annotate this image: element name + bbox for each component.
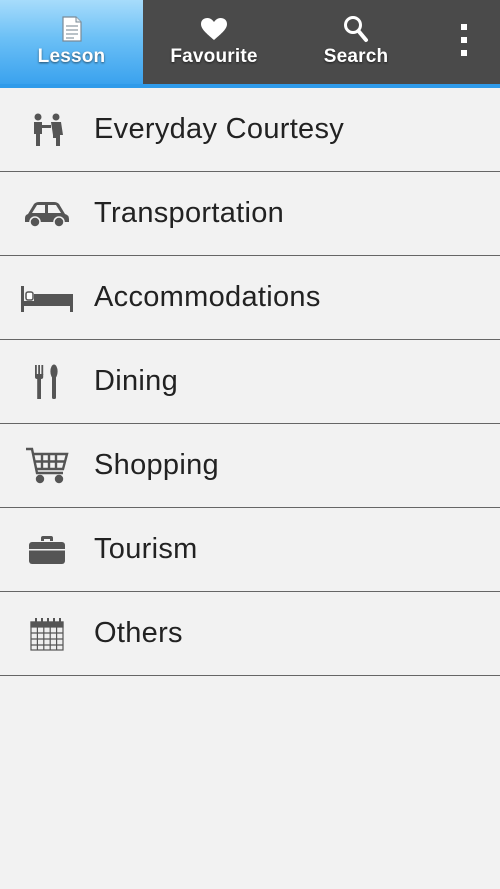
- list-item-others[interactable]: Others: [0, 592, 500, 676]
- tab-bar: Lesson Favourite Search: [0, 0, 500, 88]
- fork-spoon-icon: [18, 357, 76, 407]
- tab-lesson[interactable]: Lesson: [0, 0, 143, 84]
- overflow-menu-button[interactable]: [427, 0, 500, 84]
- list-item-everyday-courtesy[interactable]: Everyday Courtesy: [0, 88, 500, 172]
- list-item-label: Accommodations: [94, 281, 321, 313]
- heart-icon: [200, 14, 228, 44]
- more-vert-icon: [460, 23, 468, 62]
- tab-favourite[interactable]: Favourite: [143, 0, 285, 84]
- tab-search[interactable]: Search: [285, 0, 427, 84]
- list-item-label: Shopping: [94, 449, 219, 481]
- list-item-label: Dining: [94, 365, 179, 397]
- tab-lesson-label: Lesson: [37, 46, 106, 67]
- people-icon: [18, 105, 76, 155]
- list-item-label: Tourism: [94, 533, 198, 565]
- list-item-shopping[interactable]: Shopping: [0, 424, 500, 508]
- list-item-dining[interactable]: Dining: [0, 340, 500, 424]
- tab-search-label: Search: [323, 46, 389, 67]
- list-item-label: Others: [94, 617, 183, 649]
- tab-favourite-label: Favourite: [170, 46, 258, 67]
- list-item-label: Everyday Courtesy: [94, 113, 345, 145]
- list-item-accommodations[interactable]: Accommodations: [0, 256, 500, 340]
- list-item-tourism[interactable]: Tourism: [0, 508, 500, 592]
- document-icon: [61, 14, 83, 44]
- list-item-transportation[interactable]: Transportation: [0, 172, 500, 256]
- cart-icon: [18, 441, 76, 491]
- search-icon: [343, 14, 369, 44]
- calendar-icon: [18, 609, 76, 659]
- list-item-label: Transportation: [94, 197, 285, 229]
- car-icon: [18, 189, 76, 239]
- bed-icon: [18, 273, 76, 323]
- lesson-list: Everyday Courtesy Transportation Accommo…: [0, 88, 500, 676]
- briefcase-icon: [18, 525, 76, 575]
